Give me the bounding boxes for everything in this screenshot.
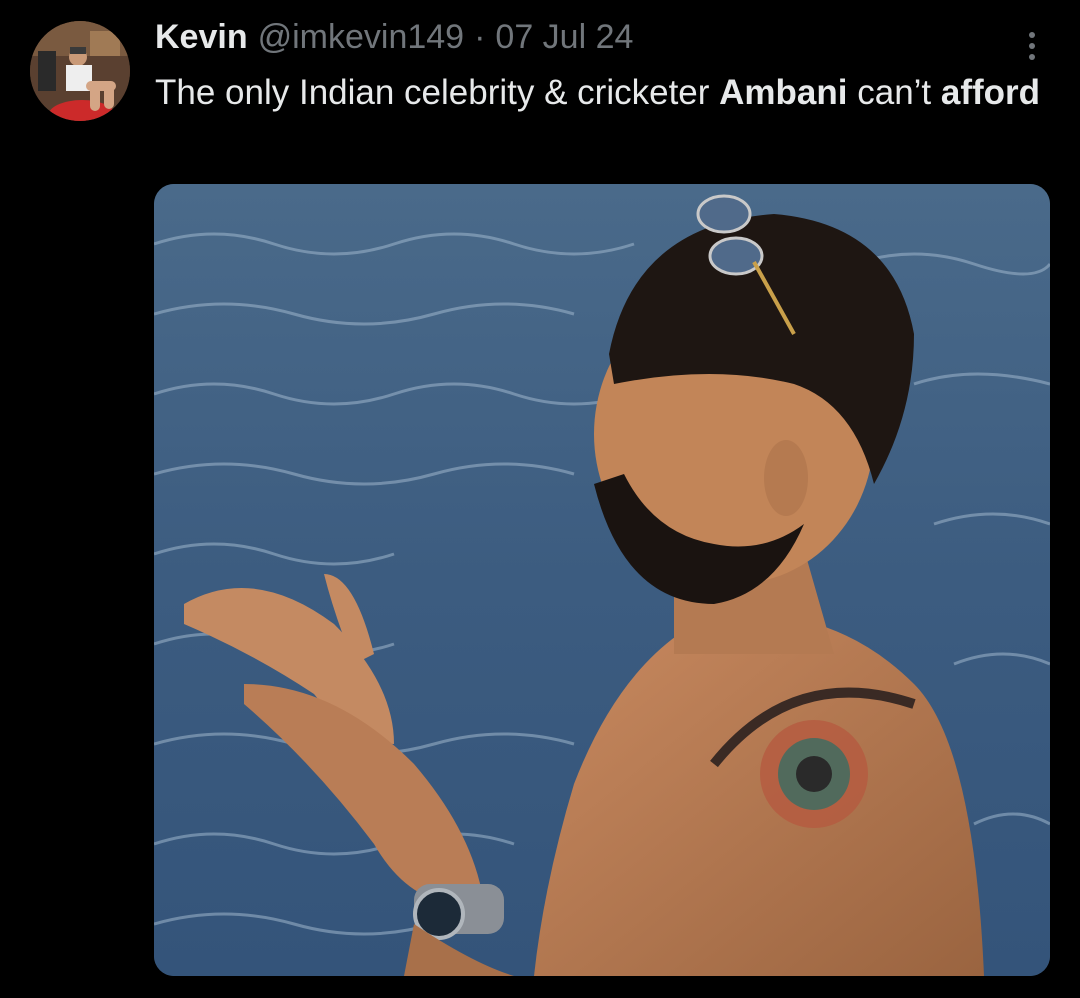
tweet-text-bold: Ambani <box>719 73 848 112</box>
header-separator: · <box>474 18 486 56</box>
tweet-text-bold: afford <box>940 73 1041 112</box>
avatar-image <box>30 21 130 121</box>
media-image <box>154 184 1050 976</box>
tweet-text: The only Indian celebrity & cricketer Am… <box>155 68 1055 117</box>
author-handle[interactable]: @imkevin149 <box>258 18 465 57</box>
tweet-media-photo[interactable] <box>154 184 1050 976</box>
tweet-header: Kevin @imkevin149 · 07 Jul 24 <box>155 18 633 58</box>
author-avatar[interactable] <box>30 21 130 121</box>
tweet-text-part: can’t <box>847 73 941 112</box>
tweet-text-part: The only Indian celebrity & cricketer <box>155 73 720 112</box>
tweet[interactable]: Kevin @imkevin149 · 07 Jul 24 The only I… <box>0 0 1080 998</box>
tweet-date[interactable]: 07 Jul 24 <box>495 18 633 57</box>
more-vertical-icon[interactable] <box>1012 26 1052 66</box>
author-display-name[interactable]: Kevin <box>155 18 248 57</box>
